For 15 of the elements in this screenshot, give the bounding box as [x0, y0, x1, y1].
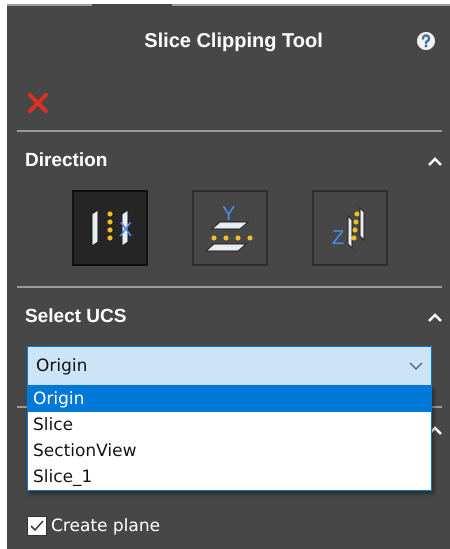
dropdown-option[interactable]: Slice_1	[28, 464, 431, 490]
section-title: Select UCS	[25, 306, 126, 328]
dropdown-option[interactable]: Origin	[28, 386, 431, 412]
chevron-down-icon	[409, 362, 423, 370]
ucs-dropdown[interactable]: Origin	[27, 346, 432, 386]
check-icon	[29, 518, 45, 534]
dropdown-option[interactable]: Slice	[28, 412, 431, 438]
checkbox-label: Create plane	[51, 516, 160, 536]
collapse-caret-icon[interactable]	[428, 156, 442, 166]
checkbox[interactable]	[27, 516, 47, 536]
panel-title: Slice Clipping Tool	[144, 30, 323, 52]
help-icon[interactable]	[416, 31, 436, 51]
section-title: Direction	[25, 150, 108, 172]
collapse-caret-icon[interactable]	[428, 312, 442, 322]
dropdown-option[interactable]: SectionView	[28, 438, 431, 464]
